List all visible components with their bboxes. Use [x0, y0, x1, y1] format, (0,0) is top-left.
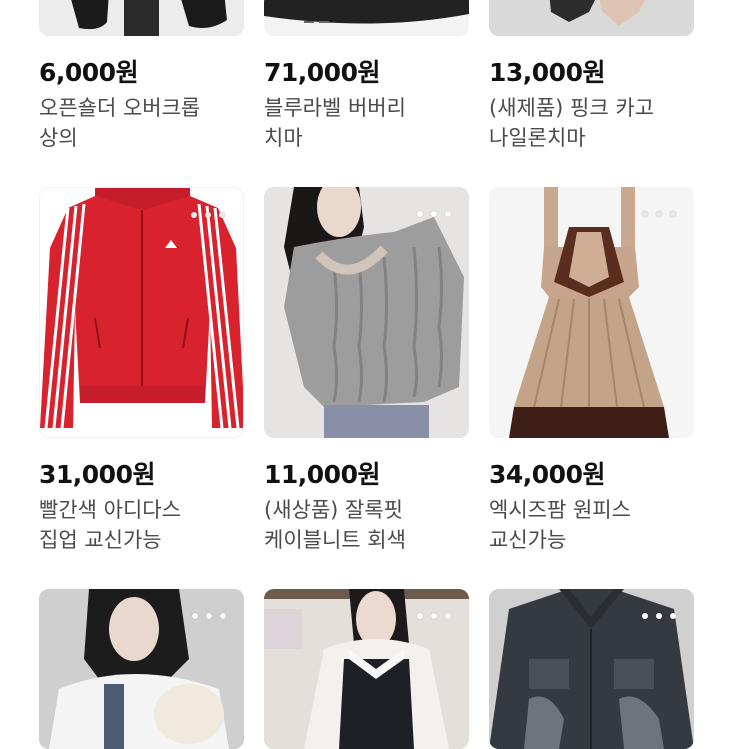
more-options-icon[interactable]	[191, 212, 225, 218]
product-image-9[interactable]	[489, 589, 694, 749]
more-options-icon[interactable]	[642, 211, 676, 217]
product-image-4[interactable]	[39, 187, 244, 438]
title-4-line1[interactable]: 빨간색 아디다스	[39, 495, 279, 526]
title-4-line2[interactable]: 집업 교신가능	[39, 525, 279, 556]
price-2: 71,000원	[264, 58, 380, 87]
title-1-line2[interactable]: 상의	[39, 123, 279, 154]
price-4: 31,000원	[39, 460, 155, 489]
product-image-7[interactable]	[39, 589, 244, 749]
title-5-line1[interactable]: (새상품) 잘록핏	[264, 495, 504, 526]
title-2-line1[interactable]: 블루라벨 버버리	[264, 93, 504, 124]
title-6-line1[interactable]: 엑시즈팜 원피스	[489, 495, 729, 526]
product-image-1[interactable]	[39, 0, 244, 36]
product-image-6[interactable]	[489, 187, 694, 438]
product-image-8[interactable]	[264, 589, 469, 749]
product-image-3[interactable]	[489, 0, 694, 36]
more-options-icon[interactable]	[417, 613, 451, 619]
title-6-line2[interactable]: 교신가능	[489, 525, 729, 556]
price-5: 11,000원	[264, 460, 380, 489]
title-1-line1[interactable]: 오픈숄더 오버크롭	[39, 93, 279, 124]
product-image-2[interactable]	[264, 0, 469, 36]
more-options-icon[interactable]	[642, 613, 676, 619]
price-3: 13,000원	[489, 58, 605, 87]
title-5-line2[interactable]: 케이블니트 회색	[264, 525, 504, 556]
price-6: 34,000원	[489, 460, 605, 489]
more-options-icon[interactable]	[192, 613, 226, 619]
title-3-line2[interactable]: 나일론치마	[489, 123, 729, 154]
more-options-icon[interactable]	[417, 211, 451, 217]
title-2-line2[interactable]: 치마	[264, 123, 504, 154]
title-3-line1[interactable]: (새제품) 핑크 카고	[489, 93, 729, 124]
product-image-5[interactable]	[264, 187, 469, 438]
price-1: 6,000원	[39, 58, 139, 87]
